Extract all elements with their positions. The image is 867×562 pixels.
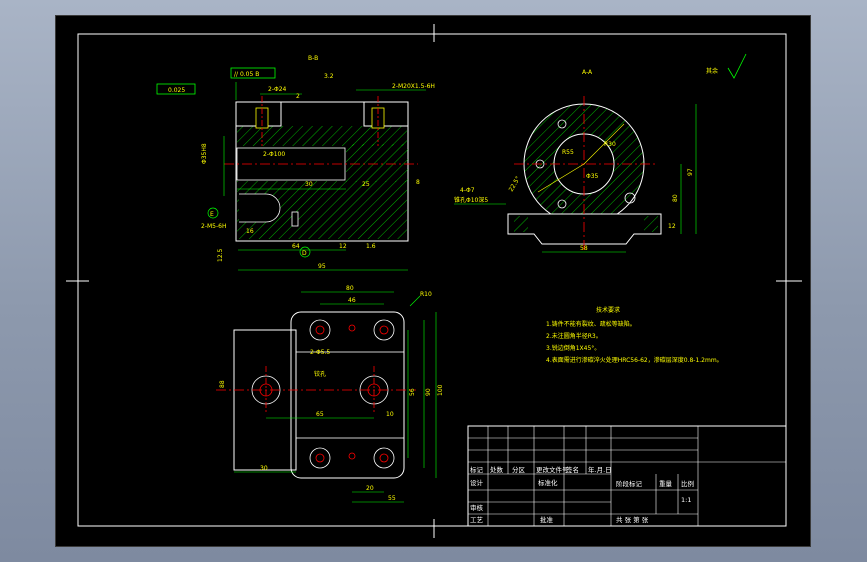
technical-requirements: 技术要求 1.铸件不能有裂纹、疏松等缺陷。 2.未注圆角半径R3。 3.锐边倒角… xyxy=(546,306,723,364)
bore-text: Φ35H8 xyxy=(201,143,208,164)
dim-r55: R55 xyxy=(562,149,574,156)
section-bb-view: B-B // 0.05 B 0.025 2-Φ24 2 2-M20X1.5-6H… xyxy=(156,55,435,271)
dim-d35: Φ35 xyxy=(586,173,599,180)
section-aa-view: A-A 其余 R55 R30 Φ35 97 80 58 12 4-Φ7 锥孔Φ1… xyxy=(454,53,747,253)
tb-sheet-info: 共 张 第 张 xyxy=(616,515,649,524)
tech-req-item-4: 4.表面需进行渗碳淬火处理HRC56-62，渗碳层深度0.8-1.2mm。 xyxy=(546,356,723,364)
pin-text: 2-Φ100 xyxy=(263,151,285,158)
sheet-border xyxy=(77,33,787,527)
plan-46: 46 xyxy=(348,297,356,304)
tech-req-item-1: 1.铸件不能有裂纹、疏松等缺陷。 xyxy=(546,320,636,328)
ra-text: 3.2 xyxy=(324,73,334,80)
plan-55: 55 xyxy=(388,495,396,502)
dim-depth-text: 2 xyxy=(296,93,300,100)
plan-hole-br xyxy=(373,447,395,469)
plan-88: 88 xyxy=(219,380,226,388)
tb-approve: 批准 xyxy=(540,515,554,524)
dim-80: 80 xyxy=(672,194,679,202)
bottom-slot xyxy=(291,211,299,227)
plan-90: 90 xyxy=(425,388,432,396)
section-bb-label: B-B xyxy=(308,55,318,62)
aa-note-hole2: 锥孔Φ10深5 xyxy=(454,196,488,204)
plan-view: R10 80 46 2-Φ5.5 铰孔 65 10 30 20 55 56 90… xyxy=(216,285,444,503)
tb-zone: 分区 xyxy=(512,465,526,474)
dim-hole-pair-text: 2-Φ24 xyxy=(268,86,287,93)
hatch-right xyxy=(346,144,408,182)
tb-date: 年.月.日 xyxy=(588,465,612,474)
plan-56: 56 xyxy=(409,388,416,396)
plan-inner xyxy=(295,351,405,439)
section-aa-label: A-A xyxy=(582,69,593,76)
dim-64-text: 64 xyxy=(292,243,300,250)
plan-hole-tr xyxy=(373,319,395,341)
plan-10: 10 xyxy=(386,411,394,418)
dim-30-text: 30 xyxy=(305,181,313,188)
plan-20: 20 xyxy=(366,485,374,492)
tb-count: 处数 xyxy=(490,465,504,474)
plan-note2: 铰孔 xyxy=(314,370,326,378)
roughness-note: 其余 xyxy=(706,67,718,75)
tb-scale-value: 1:1 xyxy=(681,496,691,504)
plan-note: 2-Φ5.5 xyxy=(310,349,330,356)
aa-angle: 22.5° xyxy=(508,175,522,193)
ra2-text: 1.6 xyxy=(366,243,376,250)
tb-scale-label: 比例 xyxy=(681,479,694,488)
hatch-upper xyxy=(237,126,407,146)
thread-note-text: 2-M20X1.5-6H xyxy=(392,83,435,90)
tb-stage: 阶段标记 xyxy=(616,479,643,488)
dim-12: 12 xyxy=(668,223,676,230)
hole-note-text: 2-M5-6H xyxy=(201,223,226,230)
plan-r10: R10 xyxy=(420,291,432,298)
datum-d-text: D xyxy=(302,250,307,257)
tech-req-title: 技术要求 xyxy=(596,306,620,314)
flatness-text: // 0.05 B xyxy=(234,71,259,78)
plan-100: 100 xyxy=(437,384,444,396)
aa-base xyxy=(507,213,662,245)
tech-req-item-3: 3.锐边倒角1X45°。 xyxy=(546,344,600,352)
tb-process: 工艺 xyxy=(470,516,484,524)
left-pin-hole xyxy=(239,193,281,223)
dim-58: 58 xyxy=(580,245,588,252)
plan-left-block xyxy=(233,329,297,471)
dim-r30: R30 xyxy=(604,141,616,148)
plan-hole-tl xyxy=(309,319,331,341)
tb-change-doc: 更改文件号 xyxy=(536,465,569,474)
title-block: 标记 处数 分区 更改文件号 签名 年.月.日 设计 标准化 审核 工艺 批准 … xyxy=(467,425,787,527)
tech-req-item-2: 2.未注圆角半径R3。 xyxy=(546,332,602,340)
aa-base-hatch-left xyxy=(514,216,528,232)
plan-65: 65 xyxy=(316,411,324,418)
dim-16-text: 16 xyxy=(246,228,254,235)
dim-95-text: 95 xyxy=(318,263,326,270)
plan-80: 80 xyxy=(346,285,354,292)
roughness-symbol xyxy=(727,53,747,79)
right-boss xyxy=(363,101,409,127)
aa-base-hatch-right xyxy=(644,216,658,232)
drawing-viewport[interactable]: B-B // 0.05 B 0.025 2-Φ24 2 2-M20X1.5-6H… xyxy=(55,15,811,547)
ra3-text: 12.5 xyxy=(217,248,224,262)
dim-97: 97 xyxy=(687,168,694,176)
dim-25-text: 25 xyxy=(362,181,370,188)
tb-weight: 重量 xyxy=(659,480,673,488)
plan-30: 30 xyxy=(260,465,268,472)
aa-note-hole: 4-Φ7 xyxy=(460,187,475,194)
tb-mark: 标记 xyxy=(470,465,484,474)
tb-design: 设计 xyxy=(470,478,484,487)
cad-drawing: B-B // 0.05 B 0.025 2-Φ24 2 2-M20X1.5-6H… xyxy=(66,24,802,538)
tb-check: 审核 xyxy=(470,503,484,512)
plan-hole-bl xyxy=(309,447,331,469)
plan-pin-bottom xyxy=(348,452,356,460)
dim-12-text: 12 xyxy=(339,243,347,250)
tb-signature: 签名 xyxy=(566,465,579,474)
dim-8-text: 8 xyxy=(416,179,420,186)
cylindricity-text: 0.025 xyxy=(168,87,185,94)
datum-e-text: E xyxy=(210,211,214,218)
tb-standard: 标准化 xyxy=(538,478,558,487)
plan-pin-top xyxy=(348,324,356,332)
